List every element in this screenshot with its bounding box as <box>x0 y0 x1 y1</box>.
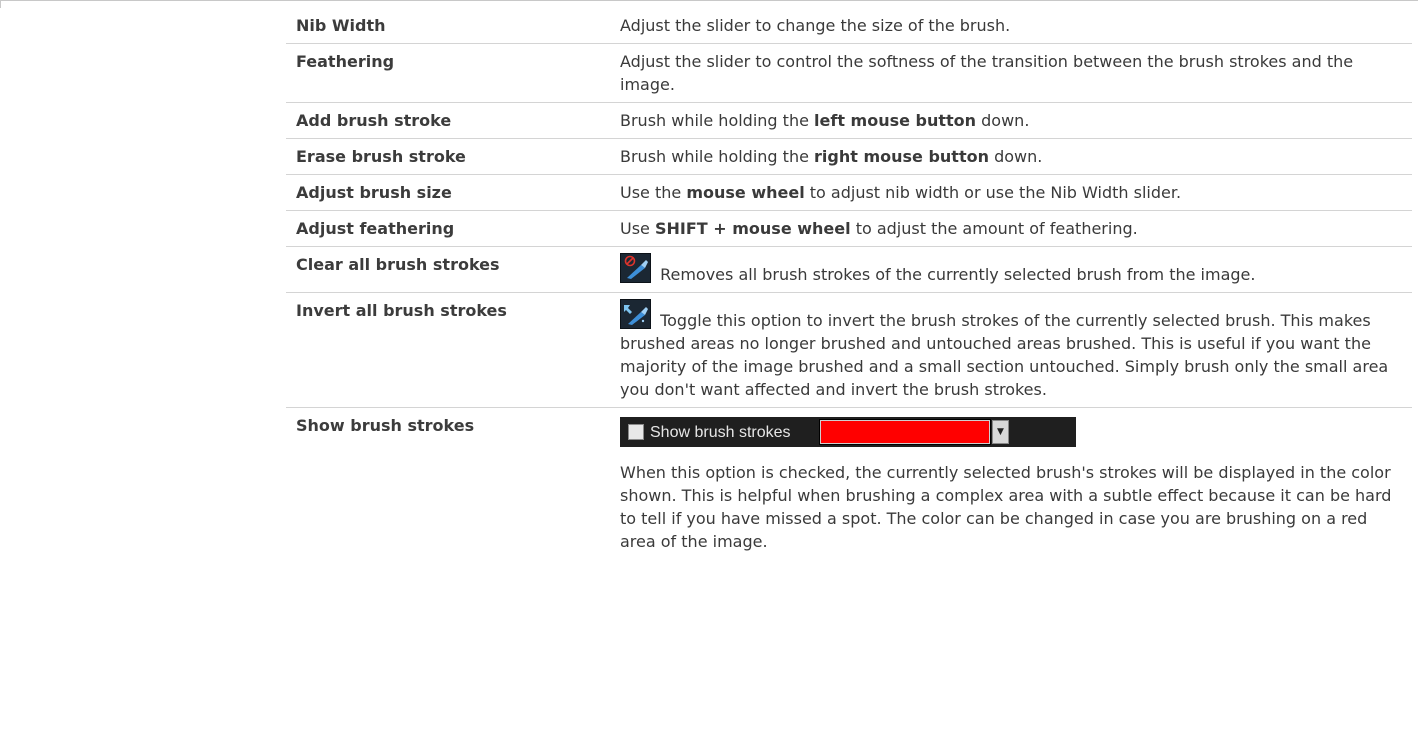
option-term: Add brush stroke <box>286 102 610 139</box>
option-description: Use the mouse wheel to adjust nib width … <box>610 174 1412 211</box>
option-term: Adjust brush size <box>286 174 610 211</box>
clear-brush-icon <box>620 253 651 283</box>
option-term: Nib Width <box>286 8 610 44</box>
option-term: Clear all brush strokes <box>286 246 610 293</box>
description-text: Adjust the slider to control the softnes… <box>620 52 1354 94</box>
description-text: Adjust the slider to change the size of … <box>620 16 1011 35</box>
description-text: Use <box>620 219 655 238</box>
option-row-nib-width: Nib Width Adjust the slider to change the… <box>286 8 1412 44</box>
option-row-erase-brush-stroke: Erase brush stroke Brush while holding th… <box>286 138 1412 175</box>
description-text: down. <box>988 147 1043 166</box>
show-brush-strokes-checkbox[interactable] <box>628 424 644 440</box>
option-row-feathering: Feathering Adjust the slider to control t… <box>286 43 1412 103</box>
option-row-invert-all-brush-strokes: Invert all brush strokes Toggle this opt… <box>286 292 1412 408</box>
option-row-add-brush-stroke: Add brush stroke Brush while holding the … <box>286 102 1412 139</box>
chevron-down-icon[interactable]: ▼ <box>992 420 1009 444</box>
description-text: Brush while holding the <box>620 111 815 130</box>
show-brush-strokes-control: Show brush strokes ▼ <box>620 417 1076 447</box>
top-divider <box>0 0 1418 1</box>
option-row-adjust-brush-size: Adjust brush size Use the mouse wheel to … <box>286 174 1412 211</box>
emphasis-text: SHIFT + mouse wheel <box>654 219 851 238</box>
brush-options-table: Nib Width Adjust the slider to change the… <box>286 8 1412 559</box>
stroke-color-swatch[interactable] <box>819 419 991 445</box>
option-description: Brush while holding the right mouse butt… <box>610 138 1412 175</box>
description-text: When this option is checked, the current… <box>620 463 1392 551</box>
show-brush-strokes-label: Show brush strokes <box>650 423 791 441</box>
option-description: Brush while holding the left mouse butto… <box>610 102 1412 139</box>
option-term: Erase brush stroke <box>286 138 610 175</box>
description-text: Use the <box>620 183 687 202</box>
invert-brush-icon <box>620 299 651 329</box>
option-description: Adjust the slider to control the softnes… <box>610 43 1412 103</box>
description-text: Toggle this option to invert the brush s… <box>620 311 1389 399</box>
description-text: Brush while holding the <box>620 147 815 166</box>
option-term: Feathering <box>286 43 610 103</box>
side-divider <box>0 0 1 8</box>
option-term: Adjust feathering <box>286 210 610 247</box>
description-text: Removes all brush strokes of the current… <box>655 265 1256 284</box>
emphasis-text: left mouse button <box>814 111 977 130</box>
option-description: Toggle this option to invert the brush s… <box>610 292 1412 408</box>
option-row-show-brush-strokes: Show brush strokes Show brush strokes ▼ Whe… <box>286 408 1412 560</box>
description-text: to adjust nib width or use the Nib Width… <box>804 183 1182 202</box>
emphasis-text: mouse wheel <box>686 183 805 202</box>
emphasis-text: right mouse button <box>814 147 989 166</box>
option-term: Show brush strokes <box>296 416 475 435</box>
description-text: to adjust the amount of feathering. <box>850 219 1138 238</box>
option-row-adjust-feathering: Adjust feathering Use SHIFT + mouse wheel… <box>286 210 1412 247</box>
option-description: Show brush strokes ▼ When this option is c… <box>610 408 1412 560</box>
option-term: Invert all brush strokes <box>286 292 610 408</box>
option-description: Removes all brush strokes of the current… <box>610 246 1412 293</box>
option-description: Use SHIFT + mouse wheel to adjust the am… <box>610 210 1412 247</box>
description-text: down. <box>976 111 1030 130</box>
option-row-clear-all-brush-strokes: Clear all brush strokes Removes all brus… <box>286 246 1412 293</box>
option-description: Adjust the slider to change the size of … <box>610 8 1412 44</box>
